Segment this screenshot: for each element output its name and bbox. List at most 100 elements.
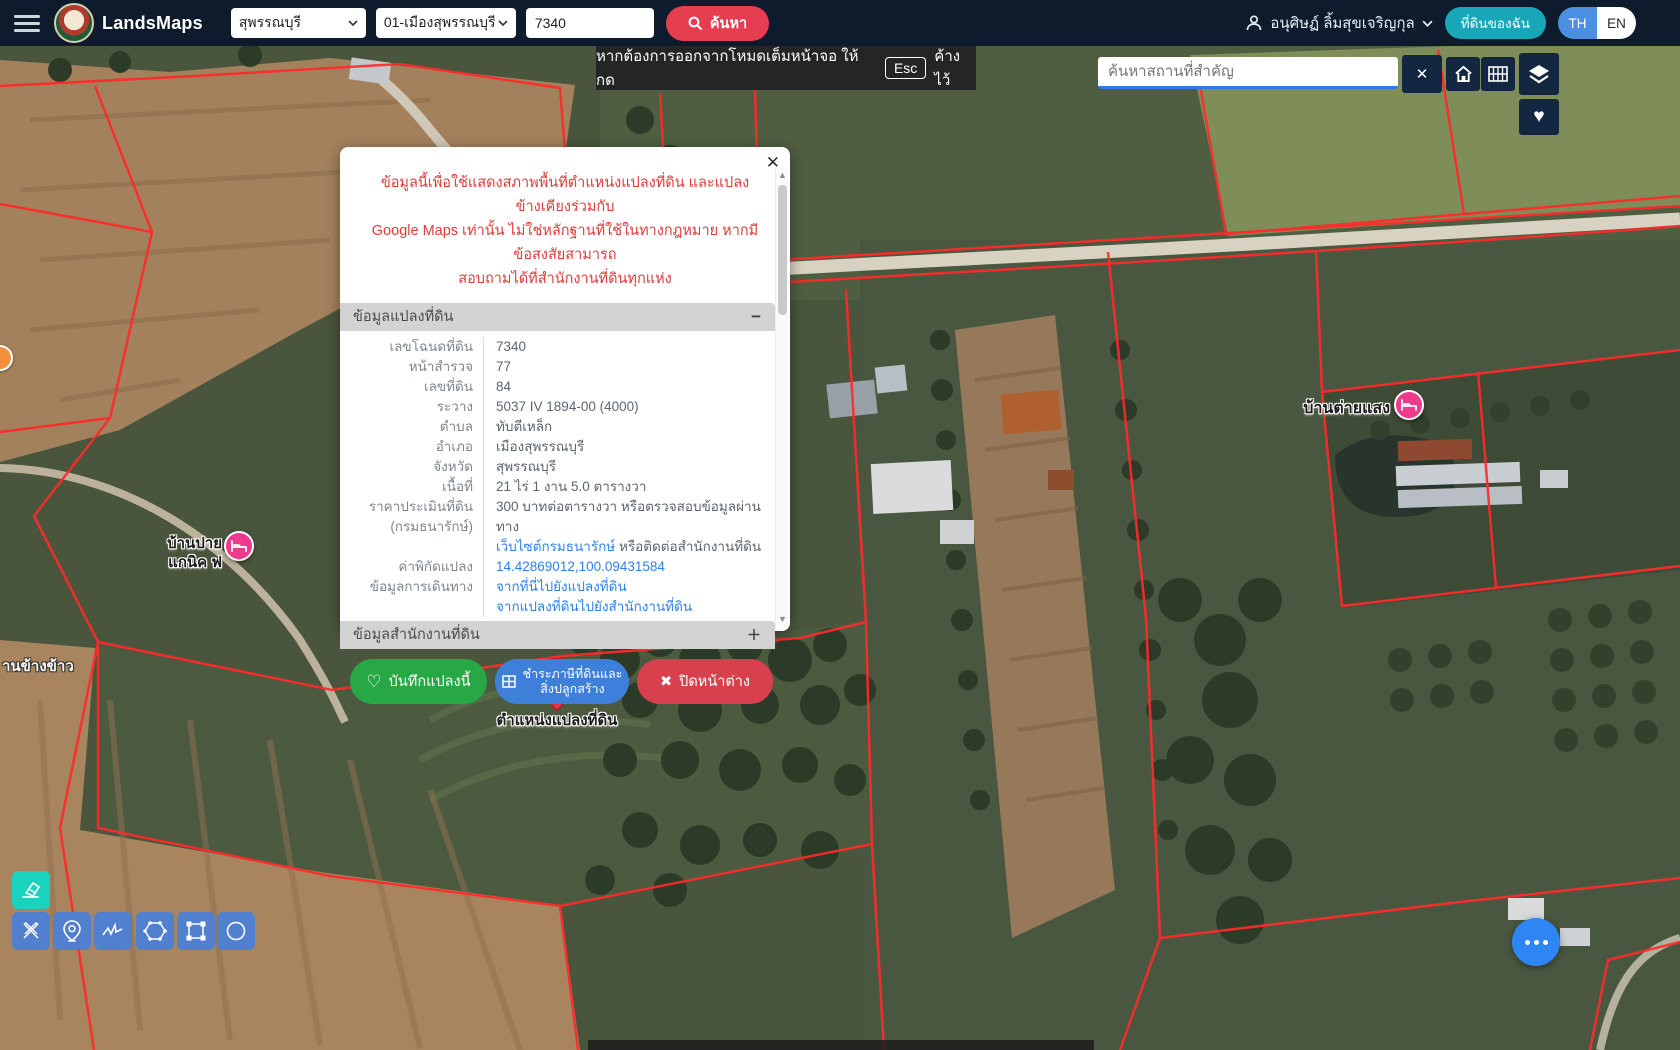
office-section-title: ข้อมูลสำนักงานที่ดิน [353, 627, 480, 643]
pin-tool-icon [63, 920, 81, 942]
place-search-input[interactable] [1098, 57, 1398, 89]
crossed-pencils-icon [20, 920, 42, 942]
scroll-down-icon[interactable]: ▼ [776, 614, 789, 624]
language-toggle: TH EN [1558, 7, 1636, 39]
close-window-button[interactable]: ✖ ปิดหน้าต่าง [637, 659, 773, 704]
pin-caption: ตำแหน่งแปลงที่ดิน [477, 708, 637, 732]
satellite-map [0, 0, 1680, 1050]
grid-icon [1488, 66, 1508, 82]
parcel-section-header[interactable]: ข้อมูลแปลงที่ดิน − [340, 303, 775, 331]
table-row-coords: ค่าพิกัดแปลง 14.42869012,100.09431584 [340, 557, 790, 577]
eraser-tool-button[interactable] [12, 871, 50, 909]
coordinates-link[interactable]: 14.42869012,100.09431584 [496, 559, 665, 574]
route-to-office-link[interactable]: จากแปลงที่ดินไปยังสำนักงานที่ดิน [496, 599, 692, 614]
toast-text-before: หากต้องการออกจากโหมดเต็มหน้าจอ ให้กด [596, 44, 877, 92]
popup-close-icon[interactable]: ✕ [766, 153, 780, 173]
map-canvas[interactable]: ตำแหน่งแปลงที่ดิน บ้านต่ายแสง บ้านปาย แก… [0, 0, 1680, 1050]
table-row: ระวาง5037 IV 1894-00 (4000) [340, 397, 790, 417]
fullscreen-exit-toast: หากต้องการออกจากโหมดเต็มหน้าจอ ให้กด Esc… [596, 46, 976, 90]
disclaimer-line2: Google Maps เท่านั้น ไม่ใช่หลักฐานที่ใช้… [370, 219, 760, 267]
polyline-tool-button[interactable] [94, 912, 132, 950]
department-of-lands-logo [54, 3, 94, 43]
user-name: อนุศิษฏ์ ลิ้มสุขเจริญกุล [1270, 11, 1414, 35]
poi-left-line1: บ้านปาย [167, 534, 222, 553]
collapse-section-button[interactable]: − [751, 303, 761, 331]
clear-search-button[interactable]: ✕ [1402, 55, 1442, 93]
rectangle-icon [185, 920, 207, 942]
poi-left-label: บ้านปาย แกนิค ฟ [167, 534, 222, 572]
bed-icon [231, 540, 247, 552]
bottom-toast-edge [588, 1040, 1094, 1050]
price-value-line1: 300 บาทต่อตารางวา หรือตรวจสอบข้อมูลผ่านท… [496, 497, 764, 537]
table-row: เนื้อที่21 ไร่ 1 งาน 5.0 ตารางวา [340, 477, 790, 497]
user-menu[interactable]: อนุศิษฏ์ ลิ้มสุขเจริญกุล [1245, 11, 1432, 35]
top-navbar: LandsMaps สุพรรณบุรี 01-เมืองสุพรรณบุรี … [0, 0, 1680, 46]
popup-scrollbar[interactable]: ▲ ▼ [775, 167, 788, 627]
disclaimer-line1: ข้อมูลนี้เพื่อใช้แสดงสภาพพื้นที่ตำแหน่งแ… [370, 171, 760, 219]
point-tool-button[interactable] [53, 912, 91, 950]
polygon-icon [143, 920, 167, 942]
pay-tax-button[interactable]: ชำระภาษีที่ดินและสิ่งปลูกสร้าง [495, 659, 629, 704]
route-to-parcel-link[interactable]: จากที่นี่ไปยังแปลงที่ดิน [496, 579, 627, 594]
search-button[interactable]: ค้นหา [666, 6, 769, 41]
poi-lodging-marker-right[interactable] [1394, 390, 1424, 420]
amphoe-select[interactable]: 01-เมืองสุพรรณบุรี [376, 8, 516, 38]
table-row: อำเภอเมืองสุพรรณบุรี [340, 437, 790, 457]
expand-section-button[interactable]: ＋ [747, 621, 761, 649]
eraser-icon [20, 880, 42, 900]
circle-tool-button[interactable] [217, 912, 255, 950]
treasury-website-link[interactable]: เว็บไซต์กรมธนารักษ์ [496, 539, 615, 554]
landsmaps-app: ตำแหน่งแปลงที่ดิน บ้านต่ายแสง บ้านปาย แก… [0, 0, 1680, 1050]
home-extent-button[interactable] [1446, 57, 1480, 91]
table-row: จังหวัดสุพรรณบุรี [340, 457, 790, 477]
chevron-down-icon [498, 20, 508, 26]
grid-sheet-button[interactable] [1481, 57, 1515, 91]
parcel-info-table: เลขโฉนดที่ดิน7340 หน้าสำรวจ77 เลขที่ดิน8… [340, 331, 790, 621]
disclaimer-line3: สอบถามได้ที่สำนักงานที่ดินทุกแห่ง [370, 267, 760, 291]
save-parcel-button[interactable]: ♡ บันทึกแปลงนี้ [350, 659, 487, 704]
circle-icon [225, 920, 247, 942]
price-label-line2: (กรมธนารักษ์) [340, 517, 473, 537]
tax-building-icon [502, 675, 516, 688]
polygon-tool-button[interactable] [136, 912, 174, 950]
table-row: ตำบลทับตีเหล็ก [340, 417, 790, 437]
disclaimer-text: ข้อมูลนี้เพื่อใช้แสดงสภาพพื้นที่ตำแหน่งแ… [340, 147, 790, 303]
poi-left-line2: แกนิค ฟ [167, 553, 222, 572]
province-select[interactable]: สุพรรณบุรี [231, 8, 366, 38]
search-button-label: ค้นหา [710, 12, 747, 35]
layers-button[interactable] [1519, 53, 1559, 95]
parcel-number-input[interactable] [526, 8, 654, 38]
price-value-line2: เว็บไซต์กรมธนารักษ์ หรือติดต่อสำนักงานที… [496, 537, 764, 557]
office-section-header[interactable]: ข้อมูลสำนักงานที่ดิน ＋ [340, 621, 775, 649]
popup-actions: ♡ บันทึกแปลงนี้ ชำระภาษีที่ดินและสิ่งปลู… [340, 649, 790, 704]
lang-en-button[interactable]: EN [1597, 7, 1636, 39]
my-land-button[interactable]: ที่ดินของฉัน [1445, 7, 1546, 39]
app-title: LandsMaps [102, 13, 203, 34]
chevron-down-icon [348, 20, 358, 26]
polyline-icon [101, 922, 125, 940]
table-row-travel: ข้อมูลการเดินทาง จากที่นี่ไปยังแปลงที่ดิ… [340, 577, 790, 617]
heart-outline-icon: ♡ [366, 672, 381, 692]
more-actions-fab[interactable] [1512, 918, 1560, 966]
parcel-section-title: ข้อมูลแปลงที่ดิน [353, 309, 453, 325]
lang-th-button[interactable]: TH [1558, 7, 1597, 39]
rectangle-tool-button[interactable] [177, 912, 215, 950]
price-label-line1: ราคาประเมินที่ดิน [340, 497, 473, 517]
province-select-value: สุพรรณบุรี [239, 12, 301, 34]
menu-icon[interactable] [14, 15, 40, 32]
edge-place-label: านข้างข้าว [2, 654, 74, 678]
bed-icon [1401, 399, 1417, 411]
table-row: เลขที่ดิน84 [340, 377, 790, 397]
amphoe-select-value: 01-เมืองสุพรรณบุรี [384, 12, 496, 34]
favorites-button[interactable]: ♥ [1519, 99, 1559, 135]
user-icon [1245, 14, 1263, 32]
parcel-info-popup: ✕ ข้อมูลนี้เพื่อใช้แสดงสภาพพื้นที่ตำแหน่… [340, 147, 790, 631]
table-row-price: ราคาประเมินที่ดิน (กรมธนารักษ์) 300 บาทต… [340, 497, 790, 557]
poi-right-label: บ้านต่ายแสง [1303, 396, 1390, 421]
draw-tool-button[interactable] [12, 912, 50, 950]
toast-text-after: ค้างไว้ [934, 44, 976, 92]
scrollbar-thumb[interactable] [778, 185, 787, 315]
chevron-down-icon [1422, 20, 1433, 27]
poi-lodging-marker-left[interactable] [224, 531, 254, 561]
esc-key-badge: Esc [885, 57, 926, 79]
